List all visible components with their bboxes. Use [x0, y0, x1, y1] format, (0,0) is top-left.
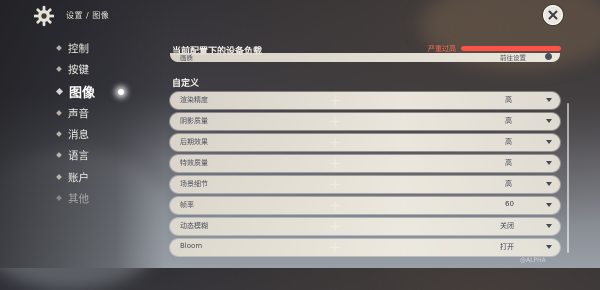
dropdown-arrow-icon [546, 161, 552, 165]
go-icon [545, 53, 552, 60]
setting-row-post-processing[interactable]: 后期效果 高 [170, 134, 560, 151]
sidebar-item-label: 账户 [68, 171, 89, 184]
sidebar-item-label: 声音 [68, 107, 89, 120]
row-label: 画质 [180, 54, 193, 62]
sidebar-item-label: 控制 [68, 42, 89, 55]
sparkle-icon [328, 241, 342, 254]
sidebar-item-label: 语言 [68, 149, 89, 162]
setting-row-motion-blur[interactable]: 动态模糊 关闭 [170, 218, 560, 235]
diamond-icon [56, 174, 62, 180]
sparkle-icon [328, 220, 342, 233]
setting-row-effects-quality[interactable]: 特效质量 高 [170, 155, 560, 172]
row-label: 特效质量 [180, 159, 208, 167]
dropdown-arrow-icon [546, 245, 552, 249]
sparkle-icon [328, 178, 342, 191]
sidebar-item-label: 按键 [68, 63, 89, 76]
settings-gear-icon [33, 5, 55, 27]
setting-row-frame-rate[interactable]: 帧率 60 [170, 197, 560, 214]
sparkle-icon [328, 157, 342, 170]
diamond-icon [56, 152, 62, 158]
row-label: 阴影质量 [180, 117, 208, 125]
close-icon [548, 10, 558, 20]
watermark: @ALPHA [520, 257, 546, 264]
sidebar-item-language[interactable]: 语言 [55, 145, 145, 165]
setting-row-render-resolution[interactable]: 渲染精度 高 [170, 92, 560, 109]
sidebar-item-label: 图像 [69, 85, 96, 101]
sidebar-item-label: 其他 [68, 192, 89, 205]
row-label: 场景细节 [180, 180, 208, 188]
row-label: 后期效果 [180, 138, 208, 146]
row-value: 关闭 [500, 222, 514, 230]
row-value: 前往设置 [500, 54, 526, 62]
dropdown-arrow-icon [546, 203, 552, 207]
sidebar-item-other[interactable]: 其他 [55, 188, 145, 208]
setting-row-shadow-quality[interactable]: 阴影质量 高 [170, 113, 560, 130]
diamond-icon [55, 87, 64, 95]
sidebar-item-account[interactable]: 账户 [55, 167, 145, 187]
diamond-icon [56, 110, 62, 116]
row-label: Bloom [180, 242, 203, 250]
dropdown-arrow-icon [546, 224, 552, 228]
device-load-bar [461, 46, 561, 51]
row-label: 渲染精度 [180, 96, 208, 104]
sidebar-item-messages[interactable]: 消息 [55, 124, 145, 144]
active-indicator-glow [118, 89, 124, 95]
diamond-icon [56, 195, 62, 201]
dropdown-arrow-icon [546, 98, 552, 102]
diamond-icon [56, 45, 62, 51]
setting-row-bloom[interactable]: Bloom 打开 [170, 239, 560, 256]
sparkle-icon [328, 199, 342, 212]
setting-row-scene-detail[interactable]: 场景细节 高 [170, 176, 560, 193]
sidebar-item-audio[interactable]: 声音 [55, 103, 145, 123]
sparkle-icon [328, 136, 342, 149]
sparkle-icon [328, 115, 342, 128]
custom-section-title: 自定义 [172, 79, 200, 89]
sidebar-item-label: 消息 [68, 128, 89, 141]
sidebar-item-controls[interactable]: 控制 [55, 38, 145, 58]
sidebar-item-keys[interactable]: 按键 [55, 59, 145, 79]
breadcrumb: 设置 / 图像 [66, 11, 110, 20]
sparkle-icon [328, 94, 342, 107]
close-button[interactable] [543, 5, 563, 25]
dropdown-arrow-icon [546, 140, 552, 144]
row-label: 帧率 [180, 201, 194, 209]
row-value: 打开 [500, 243, 514, 251]
sidebar-item-graphics[interactable]: 图像 [55, 81, 145, 101]
dropdown-arrow-icon [546, 119, 552, 123]
row-label: 动态模糊 [180, 222, 208, 230]
quality-preset-row[interactable]: 画质 前往设置 [170, 53, 560, 62]
scrollbar[interactable] [567, 103, 569, 253]
dropdown-arrow-icon [546, 182, 552, 186]
diamond-icon [56, 131, 62, 137]
diamond-icon [56, 66, 62, 72]
